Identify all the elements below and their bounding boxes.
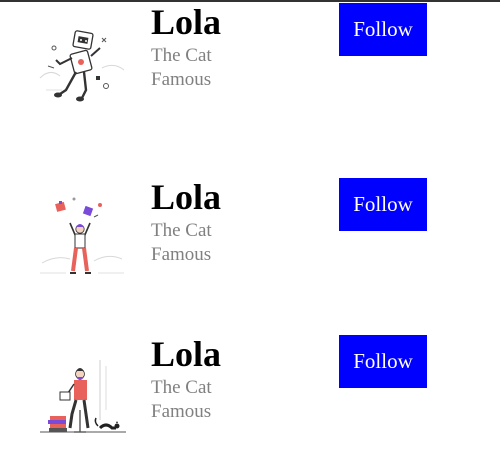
profile-card: Lola The Cat Famous Follow <box>0 0 500 130</box>
broken-robot-illustration <box>36 18 128 110</box>
juggling-person-illustration <box>36 193 128 285</box>
profile-name: Lola <box>151 334 222 374</box>
seated-person-with-cat-illustration <box>36 350 128 442</box>
profile-name: Lola <box>151 177 222 217</box>
profile-name: Lola <box>151 2 222 42</box>
profile-subtitle: The Cat Famous <box>151 45 212 90</box>
follow-button[interactable]: Follow <box>339 178 427 231</box>
follow-button[interactable]: Follow <box>339 3 427 56</box>
profile-subtitle: The Cat Famous <box>151 220 212 265</box>
follow-button[interactable]: Follow <box>339 335 427 388</box>
profile-card: Lola The Cat Famous Follow <box>0 332 500 462</box>
profile-card: Lola The Cat Famous Follow <box>0 175 500 305</box>
profile-subtitle: The Cat Famous <box>151 377 212 422</box>
